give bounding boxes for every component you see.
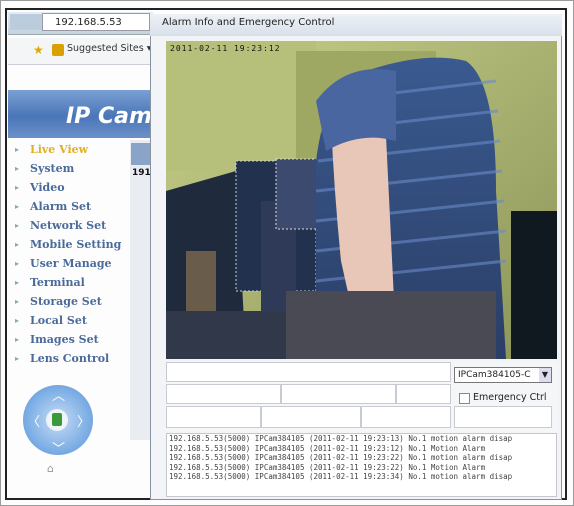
sidebar-item-label: Storage Set — [30, 295, 102, 308]
suggested-sites-link[interactable]: Suggested Sites ▾ — [67, 43, 152, 54]
lock-icon — [52, 413, 62, 426]
list-item[interactable]: 192.168.5.53(5000) IPCam384105 (2011-02-… — [167, 472, 556, 482]
status-cell-1 — [166, 362, 451, 382]
log-source: 192.168.5.53(5000) — [169, 453, 251, 462]
sidebar-item-terminal[interactable]: ▸ Terminal — [8, 273, 130, 292]
sidebar-item-lens-control[interactable]: ▸ Lens Control — [8, 349, 130, 368]
sidebar-item-label: Terminal — [30, 276, 85, 289]
sidebar-item-label: Network Set — [30, 219, 107, 232]
chevron-right-icon: ▸ — [15, 258, 20, 268]
sidebar-item-label: User Manage — [30, 257, 112, 270]
ptz-indicator-icon: ⌂ — [47, 462, 54, 475]
sidebar-item-label: Images Set — [30, 333, 99, 346]
log-source: 192.168.5.53(5000) — [169, 472, 251, 481]
sidebar-item-label: Alarm Set — [30, 200, 92, 213]
status-cell-5 — [166, 406, 261, 428]
log-source: 192.168.5.53(5000) — [169, 443, 251, 453]
log-time: (2011-02-11 19:23:12) — [308, 443, 404, 453]
chevron-right-icon: ▸ — [15, 182, 20, 192]
chevron-right-icon: ▸ — [15, 163, 20, 173]
browser-back-area[interactable] — [10, 14, 42, 30]
log-camera: IPCam384105 — [254, 434, 305, 443]
sidebar-item-video[interactable]: ▸ Video — [8, 178, 130, 197]
log-camera: IPCam384105 — [254, 472, 305, 481]
sidebar-item-user-manage[interactable]: ▸ User Manage — [8, 254, 130, 273]
log-time: (2011-02-11 19:23:22) — [308, 453, 404, 462]
chevron-right-icon: ▸ — [15, 239, 20, 249]
chevron-right-icon: ▸ — [15, 334, 20, 344]
list-item[interactable]: 192.168.5.53(5000) IPCam384105 (2011-02-… — [167, 453, 556, 463]
sidebar-menu: ▸ Live View ▸ System ▸ Video ▸ Alarm Set ▸ Ne… — [8, 140, 130, 368]
suggested-sites-icon — [52, 44, 64, 56]
chevron-right-icon: ▸ — [15, 277, 20, 287]
status-cell-2 — [166, 384, 281, 404]
live-video-feed[interactable] — [166, 41, 557, 359]
sidebar-item-label: Live View — [30, 143, 89, 156]
log-event: No.1 motion alarm disap — [408, 434, 513, 443]
video-frame-image — [166, 41, 557, 359]
camera-select[interactable]: IPCam384105-C ▼ — [454, 367, 552, 383]
chevron-right-icon: ▸ — [15, 296, 20, 306]
log-camera: IPCam384105 — [254, 443, 305, 453]
status-cell-3 — [281, 384, 396, 404]
chevron-down-icon[interactable]: ▼ — [539, 368, 551, 382]
log-time: (2011-02-11 19:23:13) — [308, 434, 404, 443]
sidebar-item-mobile-setting[interactable]: ▸ Mobile Setting — [8, 235, 130, 254]
log-event: No.1 motion alarm disap — [408, 472, 513, 481]
list-item[interactable]: 192.168.5.53(5000) IPCam384105 (2011-02-… — [167, 463, 556, 473]
video-osd-timestamp: 2011-02-11 19:23:12 — [170, 44, 281, 53]
log-time: (2011-02-11 19:23:34) — [308, 472, 404, 481]
sidebar-item-storage-set[interactable]: ▸ Storage Set — [8, 292, 130, 311]
status-cell-6 — [261, 406, 361, 428]
pan-up-icon[interactable]: ︿ — [52, 385, 65, 404]
pan-left-icon[interactable]: 〈 — [27, 411, 40, 430]
sidebar-item-label: Mobile Setting — [30, 238, 122, 251]
sidebar-item-label: Video — [30, 181, 65, 194]
status-cell-8 — [454, 406, 552, 428]
chevron-right-icon: ▸ — [15, 315, 20, 325]
alarm-log-list[interactable]: 192.168.5.53(5000) IPCam384105 (2011-02-… — [166, 433, 557, 497]
sidebar-item-label: Lens Control — [30, 352, 110, 365]
log-camera: IPCam384105 — [254, 453, 305, 462]
sidebar-item-live-view[interactable]: ▸ Live View — [8, 140, 130, 159]
log-source: 192.168.5.53(5000) — [169, 462, 251, 472]
chevron-right-icon: ▸ — [15, 201, 20, 211]
sidebar-item-system[interactable]: ▸ System — [8, 159, 130, 178]
log-event: No.1 Motion Alarm — [408, 462, 486, 472]
sidebar-item-images-set[interactable]: ▸ Images Set — [8, 330, 130, 349]
list-item[interactable]: 192.168.5.53(5000) IPCam384105 (2011-02-… — [167, 434, 556, 444]
log-camera: IPCam384105 — [254, 462, 305, 472]
status-cell-4 — [396, 384, 451, 404]
chevron-right-icon: ▸ — [15, 353, 20, 363]
address-bar[interactable]: 192.168.5.53 — [42, 13, 150, 31]
sidebar-item-local-set[interactable]: ▸ Local Set — [8, 311, 130, 330]
dialog-title: Alarm Info and Emergency Control — [162, 17, 335, 28]
list-item[interactable]: 192.168.5.53(5000) IPCam384105 (2011-02-… — [167, 444, 556, 454]
status-cell-7 — [361, 406, 451, 428]
emergency-checkbox[interactable] — [459, 393, 470, 404]
sidebar-item-alarm-set[interactable]: ▸ Alarm Set — [8, 197, 130, 216]
pan-right-icon[interactable]: 〉 — [77, 411, 90, 430]
log-time: (2011-02-11 19:23:22) — [308, 462, 404, 472]
camera-select-value: IPCam384105-C — [458, 370, 531, 380]
chevron-right-icon: ▸ — [15, 220, 20, 230]
sidebar-item-label: Local Set — [30, 314, 87, 327]
log-event: No.1 motion alarm disap — [408, 453, 513, 462]
sidebar-item-network-set[interactable]: ▸ Network Set — [8, 216, 130, 235]
pan-down-icon[interactable]: ﹀ — [52, 438, 65, 457]
emergency-ctrl-label: Emergency Ctrl — [473, 392, 547, 403]
sidebar-item-label: System — [30, 162, 75, 175]
log-source: 192.168.5.53(5000) — [169, 434, 251, 443]
chevron-right-icon: ▸ — [15, 144, 20, 154]
favorites-star-icon[interactable]: ★ — [33, 43, 44, 57]
log-event: No.1 Motion Alarm — [408, 443, 486, 453]
